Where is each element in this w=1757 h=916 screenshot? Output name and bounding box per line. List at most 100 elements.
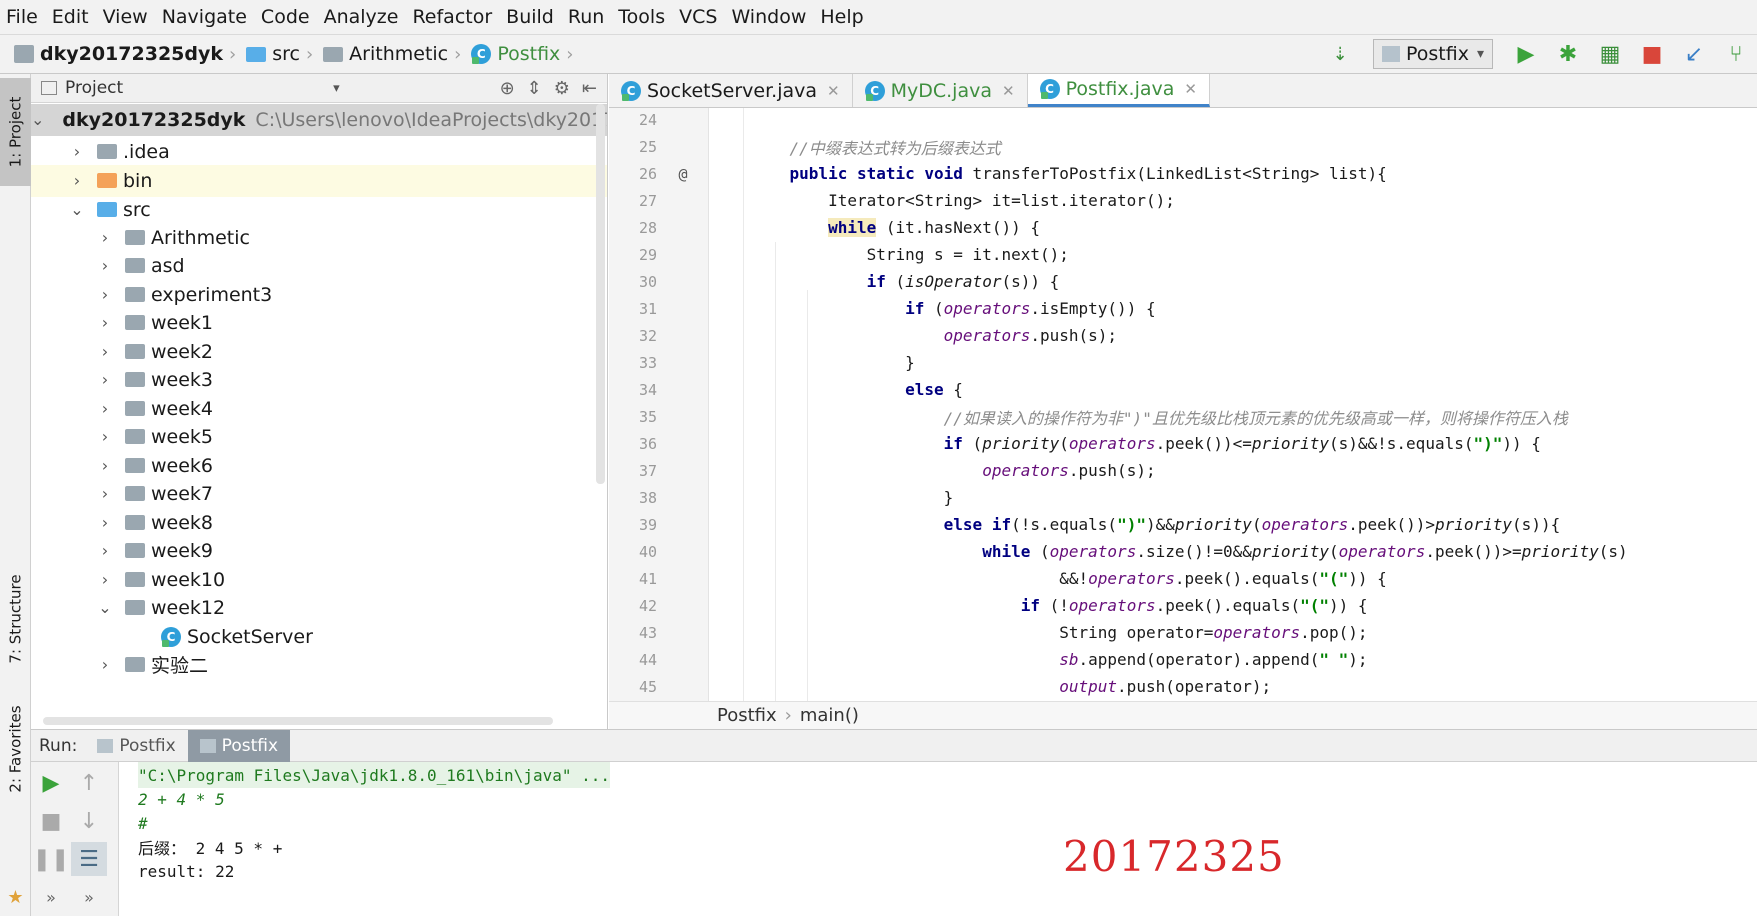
breadcrumb-class[interactable]: Postfix	[717, 705, 777, 726]
tree-item-week5[interactable]: › week5	[31, 421, 607, 453]
debug-icon[interactable]: ✱	[1547, 35, 1589, 73]
chevron-right-icon[interactable]: ›	[97, 655, 113, 674]
tree-item-week12[interactable]: ⌄ week12	[31, 592, 607, 624]
run-icon[interactable]: ▶	[1505, 35, 1547, 73]
chevron-right-icon[interactable]: ›	[97, 370, 113, 389]
run-toolbar: ▶ ↑ ■ ↓ ❚❚ ☰ » »	[31, 762, 119, 916]
menu-refactor[interactable]: Refactor	[412, 6, 492, 28]
chevron-right-icon[interactable]: ›	[97, 427, 113, 446]
chevron-right-icon[interactable]: ›	[97, 570, 113, 589]
arrow-down-icon[interactable]: ↓	[71, 804, 107, 838]
code-line: 30 if (isOperator(s)) {	[638, 272, 1060, 291]
chevron-right-icon[interactable]: ›	[69, 142, 85, 161]
star-icon[interactable]: ★	[0, 882, 31, 912]
more-icon[interactable]: »	[33, 880, 69, 914]
menu-help[interactable]: Help	[820, 6, 863, 28]
hide-panel-icon[interactable]: ⇤	[582, 78, 597, 99]
tab-project-tool[interactable]: 1: Project	[0, 78, 31, 186]
chevron-down-icon[interactable]: ⌄	[69, 200, 85, 219]
menu-code[interactable]: Code	[261, 6, 310, 28]
menu-file[interactable]: File	[6, 6, 38, 28]
chevron-down-icon[interactable]: ⌄	[97, 598, 113, 617]
breadcrumb-project[interactable]: dky20172325dyk ›	[14, 43, 242, 65]
breadcrumb-package[interactable]: Arithmetic ›	[323, 43, 467, 65]
chevron-right-icon[interactable]: ›	[97, 256, 113, 275]
close-icon[interactable]: ✕	[1002, 82, 1015, 100]
project-view-selector[interactable]: Project	[65, 78, 123, 98]
tree-item-idea[interactable]: › .idea	[31, 136, 607, 168]
tab-postfix[interactable]: C Postfix.java ✕	[1027, 74, 1210, 107]
menu-navigate[interactable]: Navigate	[162, 6, 247, 28]
chevron-right-icon[interactable]: ›	[97, 513, 113, 532]
code-line: 32 operators.push(s);	[638, 326, 1118, 345]
chevron-right-icon[interactable]: ›	[97, 399, 113, 418]
close-icon[interactable]: ✕	[1184, 80, 1197, 98]
chevron-down-icon[interactable]: ⌄	[31, 110, 44, 129]
locate-icon[interactable]: ⊕	[500, 78, 515, 99]
menu-run[interactable]: Run	[568, 6, 604, 28]
chevron-right-icon[interactable]: ›	[97, 342, 113, 361]
tab-structure-tool[interactable]: 7: Structure	[0, 554, 31, 684]
pause-icon[interactable]: ❚❚	[33, 842, 70, 876]
menu-analyze[interactable]: Analyze	[324, 6, 399, 28]
chevron-right-icon[interactable]: ›	[69, 171, 85, 190]
build-sort-icon[interactable]: ⇣	[1319, 35, 1361, 73]
run-tab-postfix-1[interactable]: Postfix	[85, 730, 187, 762]
tree-item-week9[interactable]: › week9	[31, 535, 607, 567]
breadcrumb-src[interactable]: src ›	[246, 43, 319, 65]
stop-icon[interactable]: ■	[1631, 35, 1673, 73]
menu-vcs[interactable]: VCS	[679, 6, 717, 28]
tree-item-week3[interactable]: › week3	[31, 364, 607, 396]
chevron-right-icon[interactable]: ›	[97, 313, 113, 332]
code-editor[interactable]: 24 25 //中缀表达式转为后缀表达式 26 @ public static v…	[609, 108, 1757, 701]
breadcrumb-file[interactable]: C Postfix ›	[471, 43, 579, 65]
tree-root[interactable]: ⌄ dky20172325dyk C:\Users\lenovo\IdeaPro…	[31, 104, 607, 136]
menu-tools[interactable]: Tools	[618, 6, 665, 28]
stop-icon[interactable]: ■	[33, 804, 69, 838]
editor-breadcrumb: Postfix › main()	[609, 701, 1757, 729]
menu-build[interactable]: Build	[506, 6, 554, 28]
collapse-all-icon[interactable]: ⇕	[527, 78, 542, 99]
tree-item-week7[interactable]: › week7	[31, 478, 607, 510]
chevron-right-icon[interactable]: ›	[97, 228, 113, 247]
run-tab-postfix-2[interactable]: Postfix	[187, 729, 291, 762]
code-line: 34 else {	[638, 380, 963, 399]
coverage-icon[interactable]: ▦	[1589, 35, 1631, 73]
tab-socketserver[interactable]: C SocketServer.java ✕	[609, 74, 853, 107]
chevron-right-icon[interactable]: ›	[97, 456, 113, 475]
tree-item-week1[interactable]: › week1	[31, 307, 607, 339]
run-console[interactable]: "C:\Program Files\Java\jdk1.8.0_161\bin\…	[120, 762, 1757, 916]
vcs-commit-icon[interactable]: ⑂	[1715, 35, 1757, 73]
project-panel-header: Project ▾ ⊕ ⇕ ⚙ ⇤	[31, 74, 607, 103]
override-marker-icon[interactable]: @	[657, 165, 709, 183]
chevron-right-icon[interactable]: ›	[97, 285, 113, 304]
vertical-scrollbar[interactable]	[596, 104, 605, 484]
console-line: #	[138, 813, 148, 833]
menu-edit[interactable]: Edit	[52, 6, 89, 28]
close-icon[interactable]: ✕	[827, 82, 840, 100]
left-tool-strip: 1: Project 7: Structure 2: Favorites ★	[0, 74, 31, 916]
run-config-icon	[199, 738, 216, 753]
menu-view[interactable]: View	[103, 6, 148, 28]
vcs-update-icon[interactable]: ↙	[1673, 35, 1715, 73]
arrow-up-icon[interactable]: ↑	[71, 766, 107, 800]
code-line: 43 String operator=operators.pop();	[638, 623, 1368, 642]
more-icon[interactable]: »	[71, 880, 107, 914]
package-icon	[323, 46, 344, 62]
menu-window[interactable]: Window	[731, 6, 806, 28]
horizontal-scrollbar[interactable]	[43, 717, 553, 725]
rerun-icon[interactable]: ▶	[33, 766, 69, 800]
console-line: 2 + 4 * 5	[138, 789, 225, 809]
tree-item-bin[interactable]: › bin	[31, 165, 607, 197]
tree-item-experiment2[interactable]: › 实验二	[31, 649, 607, 681]
tab-favorites-tool[interactable]: 2: Favorites	[0, 694, 31, 804]
soft-wrap-icon[interactable]: ☰	[71, 842, 107, 876]
gear-icon[interactable]: ⚙	[554, 78, 570, 99]
run-config-select[interactable]: Postfix ▾	[1373, 39, 1493, 69]
chevron-right-icon[interactable]: ›	[97, 541, 113, 560]
breadcrumb-method[interactable]: main()	[800, 705, 859, 726]
chevron-right-icon[interactable]: ›	[97, 484, 113, 503]
tree-item-asd[interactable]: › asd	[31, 250, 607, 282]
chevron-down-icon[interactable]: ▾	[333, 81, 340, 96]
tab-mydc[interactable]: C MyDC.java ✕	[853, 74, 1028, 107]
